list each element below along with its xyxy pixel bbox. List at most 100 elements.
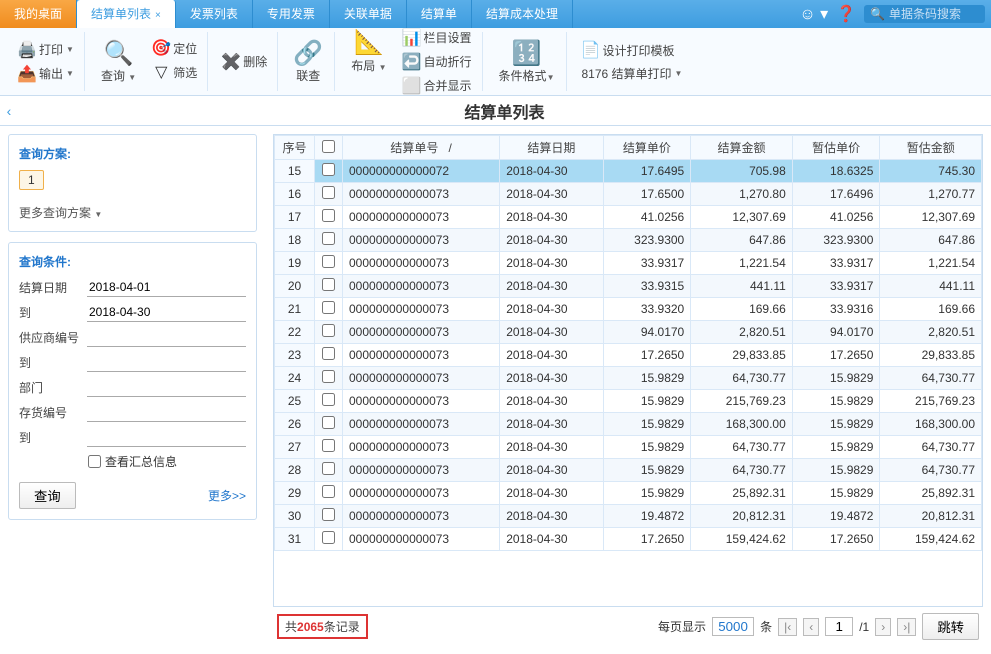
row-checkbox[interactable] xyxy=(322,347,335,360)
more-schemes-link[interactable]: 更多查询方案 ▼ xyxy=(19,204,102,221)
tab-settlement[interactable]: 结算单 xyxy=(407,0,472,28)
table-row[interactable]: 170000000000000732018-04-3041.025612,307… xyxy=(275,206,982,229)
table-row[interactable]: 310000000000000732018-04-3017.2650159,42… xyxy=(275,528,982,551)
output-button[interactable]: 📤输出▼ xyxy=(16,63,76,85)
table-row[interactable]: 250000000000000732018-04-3015.9829215,76… xyxy=(275,390,982,413)
tab-desktop[interactable]: 我的桌面 xyxy=(0,0,77,28)
cell-checkbox[interactable] xyxy=(315,229,343,252)
close-icon[interactable]: × xyxy=(155,10,161,21)
table-row[interactable]: 280000000000000732018-04-3015.982964,730… xyxy=(275,459,982,482)
filter-button[interactable]: ▽筛选 xyxy=(150,61,199,83)
cell-checkbox[interactable] xyxy=(315,252,343,275)
condformat-button[interactable]: 🔢条件格式▼ xyxy=(495,37,559,86)
cell-checkbox[interactable] xyxy=(315,183,343,206)
row-checkbox[interactable] xyxy=(322,209,335,222)
cell-checkbox[interactable] xyxy=(315,482,343,505)
column-settings-button[interactable]: 📊栏目设置 xyxy=(401,27,474,49)
help-icon[interactable]: ❓ xyxy=(836,4,856,24)
row-checkbox[interactable] xyxy=(322,163,335,176)
col-price[interactable]: 结算单价 xyxy=(603,136,691,160)
global-search[interactable]: 🔍 xyxy=(864,5,985,23)
delete-button[interactable]: ✖️删除 xyxy=(220,51,269,73)
cell-checkbox[interactable] xyxy=(315,344,343,367)
row-checkbox[interactable] xyxy=(322,416,335,429)
user-icon[interactable]: ☺ ▾ xyxy=(799,4,828,24)
table-row[interactable]: 270000000000000732018-04-3015.982964,730… xyxy=(275,436,982,459)
cell-checkbox[interactable] xyxy=(315,367,343,390)
more-conditions-link[interactable]: 更多>> xyxy=(208,487,246,504)
col-date[interactable]: 结算日期 xyxy=(500,136,603,160)
page-input[interactable] xyxy=(825,617,853,636)
collapse-left-icon[interactable]: ‹ xyxy=(0,103,18,119)
first-page-button[interactable]: |‹ xyxy=(778,618,797,636)
inv-to-input[interactable] xyxy=(87,428,246,447)
table-row[interactable]: 240000000000000732018-04-3015.982964,730… xyxy=(275,367,982,390)
col-docno[interactable]: 结算单号 / xyxy=(343,136,500,160)
row-checkbox[interactable] xyxy=(322,255,335,268)
tab-cost-process[interactable]: 结算成本处理 xyxy=(472,0,573,28)
table-scroll[interactable]: 序号 结算单号 / 结算日期 结算单价 结算金额 暂估单价 暂估金额 15000… xyxy=(273,134,983,607)
layout-button[interactable]: 📐布局 ▼ xyxy=(347,27,390,97)
row-checkbox[interactable] xyxy=(322,393,335,406)
row-checkbox[interactable] xyxy=(322,370,335,383)
jump-button[interactable]: 跳转 xyxy=(922,613,979,640)
cell-checkbox[interactable] xyxy=(315,160,343,183)
print-template-button[interactable]: 8176 结算单打印▼ xyxy=(579,63,684,84)
table-row[interactable]: 300000000000000732018-04-3019.487220,812… xyxy=(275,505,982,528)
merge-button[interactable]: ⬜合并显示 xyxy=(401,75,474,97)
last-page-button[interactable]: ›| xyxy=(897,618,916,636)
row-checkbox[interactable] xyxy=(322,485,335,498)
row-checkbox[interactable] xyxy=(322,462,335,475)
view-summary-checkbox[interactable] xyxy=(88,455,101,468)
tab-invoice-list[interactable]: 发票列表 xyxy=(176,0,253,28)
row-checkbox[interactable] xyxy=(322,531,335,544)
table-row[interactable]: 180000000000000732018-04-30323.9300647.8… xyxy=(275,229,982,252)
col-est-price[interactable]: 暂估单价 xyxy=(792,136,880,160)
row-checkbox[interactable] xyxy=(322,186,335,199)
cell-checkbox[interactable] xyxy=(315,206,343,229)
row-checkbox[interactable] xyxy=(322,439,335,452)
table-row[interactable]: 160000000000000732018-04-3017.65001,270.… xyxy=(275,183,982,206)
cell-checkbox[interactable] xyxy=(315,459,343,482)
supplier-from-input[interactable] xyxy=(87,328,246,347)
per-page-input[interactable] xyxy=(712,617,754,636)
row-checkbox[interactable] xyxy=(322,324,335,337)
cell-checkbox[interactable] xyxy=(315,436,343,459)
row-checkbox[interactable] xyxy=(322,232,335,245)
inv-from-input[interactable] xyxy=(87,403,246,422)
table-row[interactable]: 210000000000000732018-04-3033.9320169.66… xyxy=(275,298,982,321)
next-page-button[interactable]: › xyxy=(875,618,891,636)
tab-special-invoice[interactable]: 专用发票 xyxy=(253,0,330,28)
table-row[interactable]: 230000000000000732018-04-3017.265029,833… xyxy=(275,344,982,367)
col-seq[interactable]: 序号 xyxy=(275,136,315,160)
table-row[interactable]: 260000000000000732018-04-3015.9829168,30… xyxy=(275,413,982,436)
col-select-all[interactable] xyxy=(315,136,343,160)
design-template-button[interactable]: 📄设计打印模板 xyxy=(579,39,684,61)
table-row[interactable]: 150000000000000722018-04-3017.6495705.98… xyxy=(275,160,982,183)
table-row[interactable]: 220000000000000732018-04-3094.01702,820.… xyxy=(275,321,982,344)
cell-checkbox[interactable] xyxy=(315,505,343,528)
query-submit-button[interactable]: 查询 xyxy=(19,482,76,509)
scheme-number[interactable]: 1 xyxy=(19,170,44,190)
print-button[interactable]: 🖨️打印▼ xyxy=(16,39,76,61)
cell-checkbox[interactable] xyxy=(315,321,343,344)
prev-page-button[interactable]: ‹ xyxy=(803,618,819,636)
tab-settlement-list[interactable]: 结算单列表× xyxy=(77,0,176,28)
search-input[interactable] xyxy=(889,7,979,21)
query-button[interactable]: 🔍查询 ▼ xyxy=(97,37,140,86)
date-from-input[interactable] xyxy=(87,278,246,297)
row-checkbox[interactable] xyxy=(322,508,335,521)
col-est-amount[interactable]: 暂估金额 xyxy=(880,136,982,160)
select-all-checkbox[interactable] xyxy=(322,140,335,153)
row-checkbox[interactable] xyxy=(322,278,335,291)
supplier-to-input[interactable] xyxy=(87,353,246,372)
table-row[interactable]: 190000000000000732018-04-3033.93171,221.… xyxy=(275,252,982,275)
table-row[interactable]: 200000000000000732018-04-3033.9315441.11… xyxy=(275,275,982,298)
row-checkbox[interactable] xyxy=(322,301,335,314)
cell-checkbox[interactable] xyxy=(315,390,343,413)
cell-checkbox[interactable] xyxy=(315,413,343,436)
tab-related-docs[interactable]: 关联单据 xyxy=(330,0,407,28)
date-to-input[interactable] xyxy=(87,303,246,322)
locate-button[interactable]: 🎯定位 xyxy=(150,37,199,59)
table-row[interactable]: 290000000000000732018-04-3015.982925,892… xyxy=(275,482,982,505)
